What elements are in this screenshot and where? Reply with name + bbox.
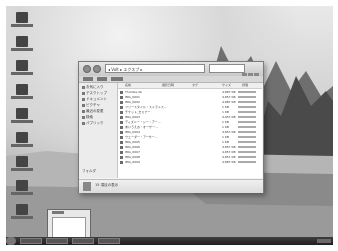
window-titlebar[interactable]: ◂ Volt ▸ エクスプ ▸ (79, 62, 263, 78)
nav-item[interactable]: お気に入り (82, 85, 104, 90)
nav-item[interactable]: 最近の変更 (82, 109, 104, 114)
file-row[interactable]: IMG_0001 4,857 KB (118, 95, 262, 99)
command-toolbar (79, 76, 263, 83)
file-icon (120, 95, 123, 99)
views-button[interactable] (97, 77, 107, 81)
rating-stars[interactable] (238, 141, 256, 143)
file-icon (120, 110, 123, 114)
file-icon (120, 140, 123, 144)
desktop-shortcut-icon[interactable] (9, 132, 35, 152)
file-row[interactable]: ディズニー・シー・アー… 1 KB (118, 120, 262, 124)
rating-stars[interactable] (238, 101, 256, 103)
column-headers: 名前 撮影日時 タグ サイズ 評価 (118, 83, 262, 89)
file-row[interactable]: チケット_セミナー 1 KB (118, 110, 262, 114)
rating-stars[interactable] (238, 121, 256, 123)
file-row[interactable]: フリースタイル・ストラトス… 1 KB (118, 105, 262, 109)
file-row[interactable]: IMG_0006 4,857 KB (118, 145, 262, 149)
folder-thumbnail-icon (83, 182, 91, 191)
file-icon (120, 135, 123, 139)
file-row[interactable]: あいうえお・オーサー… 1 KB (118, 125, 262, 129)
taskbar-button[interactable] (46, 238, 68, 244)
desktop-shortcut-icon[interactable] (9, 156, 35, 176)
file-icon (120, 120, 123, 124)
rating-stars[interactable] (238, 161, 256, 163)
forward-button-icon[interactable] (93, 65, 101, 73)
rating-stars[interactable] (238, 136, 256, 138)
column-name[interactable]: 名前 (125, 83, 131, 88)
rating-stars[interactable] (238, 96, 256, 98)
start-button-icon[interactable] (6, 237, 16, 245)
desktop-shortcut-icon[interactable] (9, 108, 35, 128)
rating-stars[interactable] (238, 116, 256, 118)
file-list: 名前 撮影日時 タグ サイズ 評価 Thumbs.db 4,887 KB IMG_… (118, 83, 262, 178)
search-input[interactable] (209, 64, 245, 73)
file-icon (120, 160, 123, 164)
navigation-pane: お気に入り デスクトップ ドキュメント ピクチャ 最近の変更 検索 パブリック … (79, 83, 118, 178)
file-icon (120, 125, 123, 129)
preview-window-image (52, 217, 86, 238)
organize-button[interactable] (83, 77, 93, 81)
column-tags[interactable]: タグ (192, 83, 198, 88)
taskbar-button[interactable] (20, 238, 42, 244)
taskbar-thumbnail-preview[interactable] (47, 209, 91, 240)
file-row[interactable]: IMG_0009 4,887 KB (118, 160, 262, 164)
file-icon (120, 150, 123, 154)
desktop-shortcut-icon[interactable] (9, 204, 35, 224)
rating-stars[interactable] (238, 126, 256, 128)
folders-toggle[interactable]: フォルダ (82, 169, 96, 174)
file-row[interactable]: Thumbs.db 4,887 KB (118, 90, 262, 94)
desktop-shortcut-icon[interactable] (9, 180, 35, 200)
rating-stars[interactable] (238, 91, 256, 93)
file-icon (120, 155, 123, 159)
address-bar[interactable]: ◂ Volt ▸ エクスプ ▸ (105, 64, 205, 73)
rating-stars[interactable] (238, 156, 256, 158)
column-rating[interactable]: 評価 (242, 83, 248, 88)
rating-stars[interactable] (238, 131, 256, 133)
nav-item[interactable]: ドキュメント (82, 97, 107, 102)
rating-stars[interactable] (238, 151, 256, 153)
column-date[interactable]: 撮影日時 (162, 83, 174, 88)
back-button-icon[interactable] (83, 65, 91, 73)
taskbar-button[interactable] (72, 238, 94, 244)
nav-item[interactable]: パブリック (82, 121, 104, 126)
desktop-shortcut-icon[interactable] (9, 36, 35, 56)
file-icon (120, 90, 123, 94)
item-count: 15 項目の表示 (95, 183, 119, 187)
taskbar (6, 237, 333, 245)
file-icon (120, 100, 123, 104)
file-row[interactable]: IMG_0005 1 KB (118, 140, 262, 144)
preview-caption (52, 211, 64, 214)
file-icon (120, 145, 123, 149)
file-icon (120, 105, 123, 109)
file-row[interactable]: IMG_0004 4,857 KB (118, 130, 262, 134)
rating-stars[interactable] (238, 106, 256, 108)
recycle-bin-icon[interactable] (9, 12, 35, 32)
file-icon (120, 115, 123, 119)
file-row[interactable]: IMG_0003 4,957 KB (118, 115, 262, 119)
slideshow-button[interactable] (111, 77, 123, 81)
desktop-shortcut-icon[interactable] (9, 84, 35, 104)
file-icon (120, 130, 123, 134)
file-row[interactable]: IMG_0008 4,857 KB (118, 155, 262, 159)
nav-item[interactable]: ピクチャ (82, 103, 100, 108)
nav-item[interactable]: 検索 (82, 115, 93, 120)
rating-stars[interactable] (238, 146, 256, 148)
taskbar-button[interactable] (98, 238, 120, 244)
file-row[interactable]: IMG_0007 4,857 KB (118, 150, 262, 154)
window-controls (241, 63, 261, 78)
file-row[interactable]: IMG_0002 4,887 KB (118, 100, 262, 104)
nav-item[interactable]: デスクトップ (82, 91, 107, 96)
desktop-shortcut-icon[interactable] (9, 60, 35, 80)
column-size[interactable]: サイズ (222, 83, 231, 88)
system-tray[interactable] (317, 239, 331, 243)
details-pane: 15 項目の表示 (79, 179, 263, 193)
explorer-window[interactable]: ◂ Volt ▸ エクスプ ▸ お気に入り デスクトップ ドキュメント ピクチャ… (78, 61, 264, 193)
file-row[interactable]: ウェーダー・アーサー… 1 KB (118, 135, 262, 139)
rating-stars[interactable] (238, 111, 256, 113)
